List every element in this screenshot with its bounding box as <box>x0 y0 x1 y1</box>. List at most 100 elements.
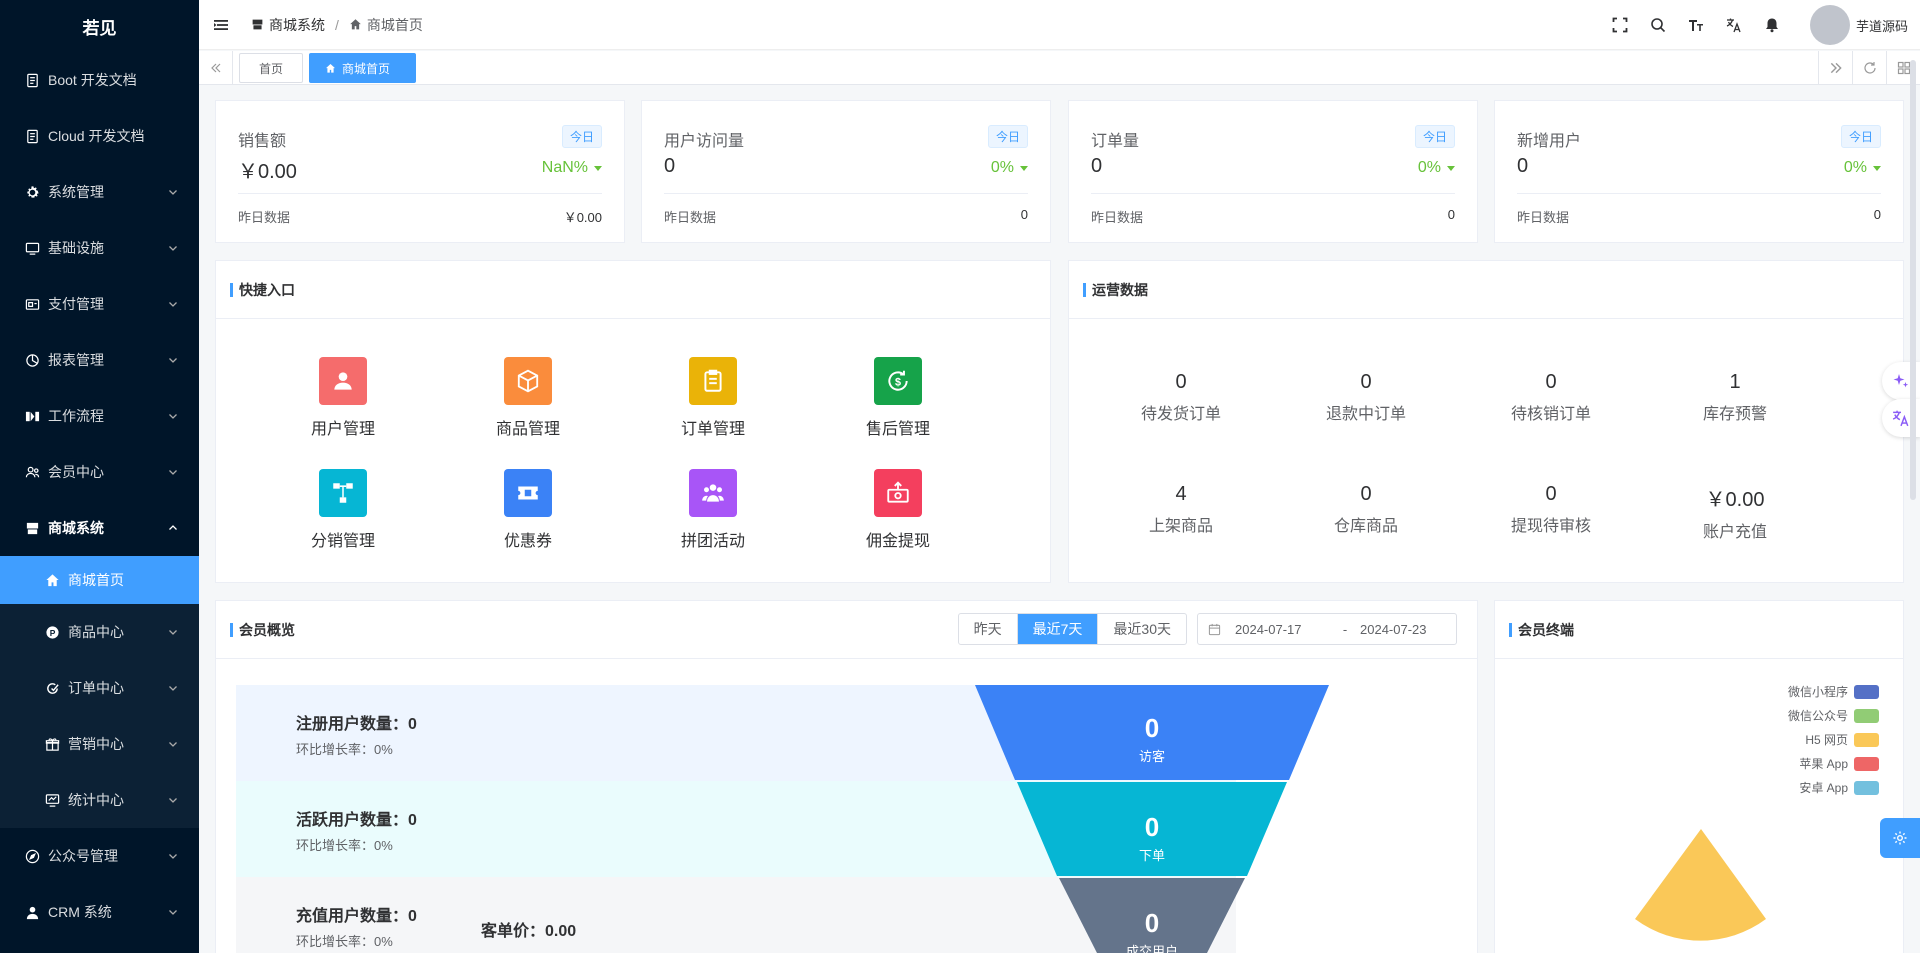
quick-item-coupons[interactable]: 优惠券 <box>463 469 593 551</box>
shop-icon <box>24 520 40 536</box>
stat-title: 新增用户 <box>1517 133 1582 150</box>
date-start[interactable]: 2024-07-17 <box>1235 622 1330 637</box>
quick-item-orders[interactable]: 订单管理 <box>648 357 778 439</box>
sidebar-item-member[interactable]: 会员中心 <box>0 444 199 500</box>
title-bar-accent <box>1083 282 1086 297</box>
sidebar-item-label: 系统管理 <box>48 184 104 200</box>
ops-item-pending-verify[interactable]: 0 待核销订单 <box>1476 371 1626 424</box>
quick-item-group-buy[interactable]: 拼团活动 <box>648 469 778 551</box>
legend-item[interactable]: 苹果 App <box>1799 755 1879 772</box>
quick-item-users[interactable]: 用户管理 <box>278 357 408 439</box>
sidebar-item-marketing-center[interactable]: 营销中心 <box>0 716 199 772</box>
sidebar-item-order-center[interactable]: 订单中心 <box>0 660 199 716</box>
tags-scroll-left[interactable] <box>199 51 233 85</box>
avatar[interactable] <box>1809 5 1850 45</box>
sidebar-item-mp[interactable]: 公众号管理 <box>0 828 199 884</box>
sidebar-item-label: 商城首页 <box>68 572 124 588</box>
date-separator: - <box>1342 621 1348 637</box>
clipboard-icon <box>689 357 737 405</box>
tag-mall-home[interactable]: 商城首页 <box>309 53 416 83</box>
gear-icon <box>24 184 40 200</box>
legend-label: 安卓 App <box>1799 781 1848 795</box>
search-icon[interactable] <box>1650 17 1666 33</box>
sidebar-item-stats-center[interactable]: 统计中心 <box>0 772 199 828</box>
sidebar-item-system[interactable]: 系统管理 <box>0 164 199 220</box>
tag-home[interactable]: 首页 <box>239 53 303 83</box>
translate-icon <box>1892 410 1909 427</box>
member-terminal-panel: 会员终端 微信小程序 微信公众号 H5 网页 苹果 App 安卓 App <box>1494 600 1904 953</box>
sidebar-item-mall-home[interactable]: 商城首页 <box>0 556 199 604</box>
font-size-icon[interactable] <box>1688 17 1704 33</box>
ops-label: 待核销订单 <box>1510 406 1591 423</box>
ops-item-account-recharge[interactable]: ￥0.00 账户充值 <box>1660 483 1810 542</box>
quick-item-aftersale[interactable]: $ 售后管理 <box>833 357 963 439</box>
ops-item-refunding[interactable]: 0 退款中订单 <box>1291 371 1441 424</box>
menu-toggle-icon[interactable] <box>213 17 229 33</box>
sidebar-item-payment[interactable]: 支付管理 <box>0 276 199 332</box>
sidebar-item-cloud-docs[interactable]: Cloud 开发文档 <box>0 108 199 164</box>
ops-item-pending-shipment[interactable]: 0 待发货订单 <box>1106 371 1256 424</box>
sidebar-item-boot-docs[interactable]: Boot 开发文档 <box>0 52 199 108</box>
row-subtitle: 环比增长率：0% <box>296 934 393 949</box>
ops-value: ￥0.00 <box>1705 489 1765 511</box>
range-7days-button[interactable]: 最近7天 <box>1017 614 1099 644</box>
stat-trend: 0% <box>1418 159 1455 177</box>
caret-down-icon <box>594 165 602 171</box>
settings-button[interactable] <box>1880 818 1920 858</box>
document-icon <box>24 72 40 88</box>
breadcrumb-item[interactable]: 商城系统 <box>269 15 325 35</box>
top-header: 商城系统 / 商城首页 芋道源码 <box>199 0 1920 50</box>
ops-item-stock-alert[interactable]: 1 库存预警 <box>1660 371 1810 424</box>
ops-label: 待发货订单 <box>1140 406 1221 423</box>
breadcrumb-item: 商城首页 <box>366 16 423 33</box>
date-end[interactable]: 2024-07-23 <box>1360 622 1427 637</box>
quick-item-distribution[interactable]: 分销管理 <box>278 469 408 551</box>
stat-trend-value: 0% <box>990 159 1014 176</box>
page-scrollbar[interactable] <box>1910 60 1916 500</box>
legend-item[interactable]: 安卓 App <box>1799 779 1879 796</box>
sparkle-icon <box>1893 374 1909 388</box>
ops-value: 0 <box>1545 371 1557 393</box>
ops-label: 库存预警 <box>1702 406 1767 423</box>
range-yesterday-button[interactable]: 昨天 <box>959 614 1018 644</box>
range-30days-button[interactable]: 最近30天 <box>1098 614 1186 644</box>
bell-icon[interactable] <box>1764 17 1780 33</box>
double-chevron-left-icon <box>210 63 220 73</box>
sidebar-item-product-center[interactable]: P 商品中心 <box>0 604 199 660</box>
funnel-label-visitors: 0 访客 <box>1052 713 1252 765</box>
chevron-down-icon <box>169 246 177 251</box>
tags-refresh[interactable] <box>1852 51 1886 85</box>
fullscreen-icon[interactable] <box>1612 17 1628 33</box>
username[interactable]: 芋道源码 <box>1856 16 1908 35</box>
quick-item-withdraw[interactable]: 佣金提现 <box>833 469 963 551</box>
ops-item-withdraw-review[interactable]: 0 提现待审核 <box>1476 483 1626 536</box>
translate-icon[interactable] <box>1726 17 1742 33</box>
ops-label: 上架商品 <box>1148 518 1213 535</box>
legend-item[interactable]: 微信公众号 <box>1788 707 1879 724</box>
sidebar-item-crm[interactable]: CRM 系统 <box>0 884 199 940</box>
quick-item-products[interactable]: 商品管理 <box>463 357 593 439</box>
legend-item[interactable]: 微信小程序 <box>1788 683 1879 700</box>
user-icon <box>319 357 367 405</box>
date-range-picker[interactable]: 2024-07-17 - 2024-07-23 <box>1197 613 1457 645</box>
stat-card-new-users: 新增用户 今日 0 0% 昨日数据 0 <box>1494 100 1904 243</box>
ops-item-warehouse[interactable]: 0 仓库商品 <box>1291 483 1441 536</box>
sidebar-item-infra[interactable]: 基础设施 <box>0 220 199 276</box>
sidebar-item-workflow[interactable]: 工作流程 <box>0 388 199 444</box>
sidebar-item-reports[interactable]: 报表管理 <box>0 332 199 388</box>
sidebar-item-mall[interactable]: 商城系统 <box>0 500 199 556</box>
legend-item[interactable]: H5 网页 <box>1805 731 1879 748</box>
stat-foot-value: ￥0.00 <box>563 210 602 225</box>
tags-scroll-right[interactable] <box>1818 51 1852 85</box>
stat-badge: 今日 <box>561 125 602 148</box>
gift-icon <box>44 736 60 752</box>
legend-swatch <box>1854 756 1879 771</box>
caret-down-icon <box>1020 165 1028 171</box>
ops-item-on-shelf[interactable]: 4 上架商品 <box>1106 483 1256 536</box>
ops-value: 0 <box>1360 371 1372 393</box>
stat-trend: NaN% <box>542 159 602 177</box>
divider <box>664 193 1028 194</box>
chevron-down-icon <box>169 358 177 363</box>
stat-card-sales: 销售额 今日 ￥0.00 NaN% 昨日数据 ￥0.00 <box>215 100 625 243</box>
compass-icon <box>24 848 40 864</box>
